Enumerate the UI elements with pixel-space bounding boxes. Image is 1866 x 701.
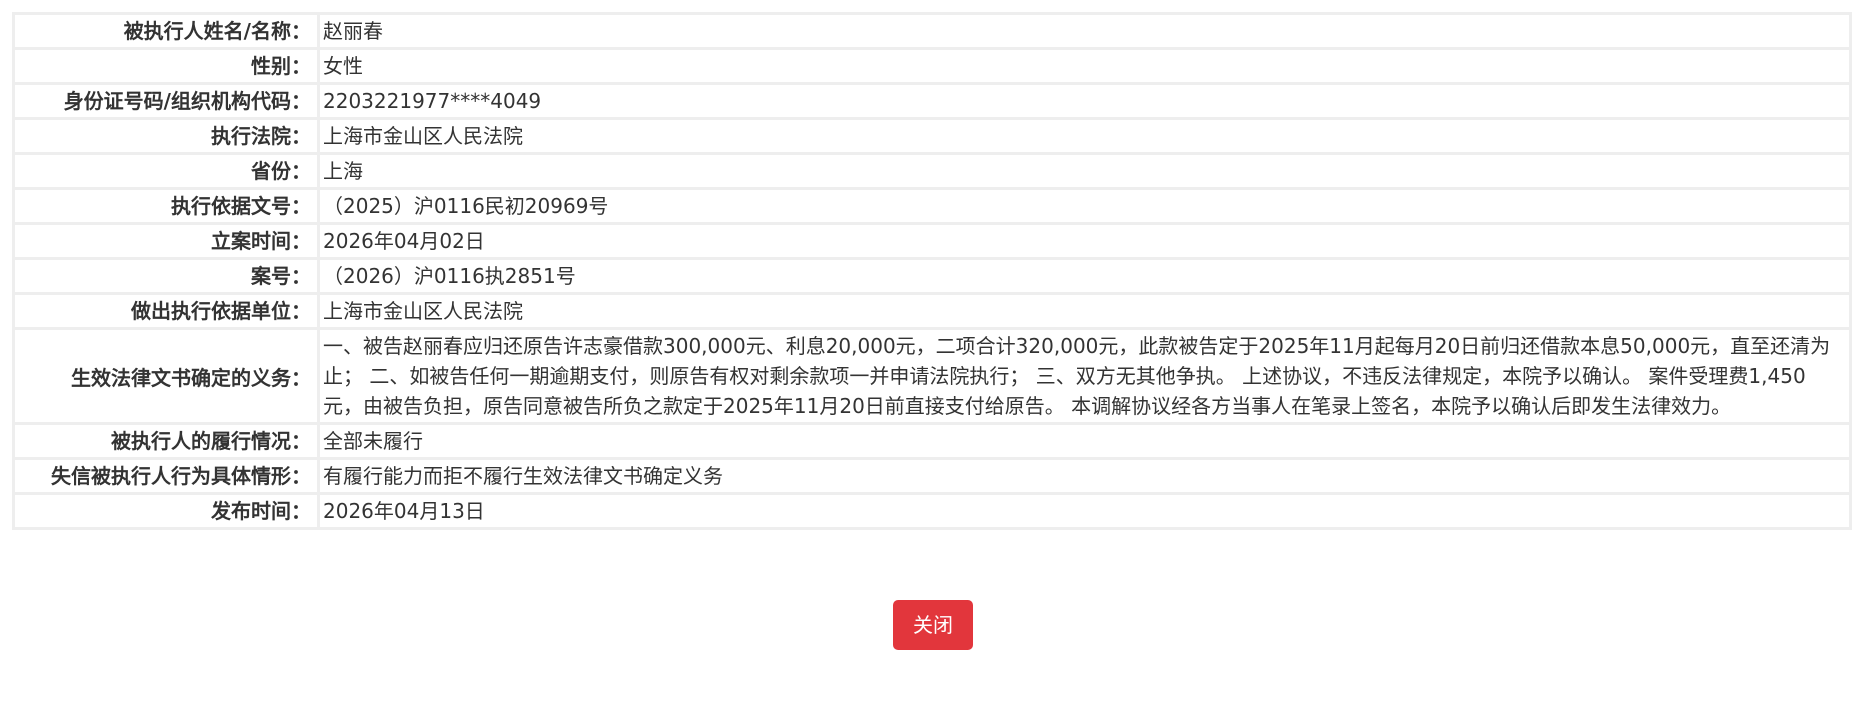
row-court: 执行法院： 上海市金山区人民法院 (12, 117, 1852, 155)
value-filing-date: 2026年04月02日 (317, 222, 1852, 260)
close-button[interactable]: 关闭 (893, 600, 973, 650)
row-case-number: 案号： （2026）沪0116执2851号 (12, 257, 1852, 295)
action-bar: 关闭 (0, 600, 1866, 650)
row-filing-date: 立案时间： 2026年04月02日 (12, 222, 1852, 260)
value-province: 上海 (317, 152, 1852, 190)
value-issuing-unit: 上海市金山区人民法院 (317, 292, 1852, 330)
row-dishonest-behavior: 失信被执行人行为具体情形： 有履行能力而拒不履行生效法律文书确定义务 (12, 457, 1852, 495)
row-issuing-unit: 做出执行依据单位： 上海市金山区人民法院 (12, 292, 1852, 330)
label-issuing-unit: 做出执行依据单位： (12, 292, 320, 330)
label-name: 被执行人姓名/名称： (12, 12, 320, 50)
label-province: 省份： (12, 152, 320, 190)
value-id-number: 2203221977****4049 (317, 82, 1852, 120)
record-table: 被执行人姓名/名称： 赵丽春 性别： 女性 身份证号码/组织机构代码： 2203… (12, 12, 1852, 530)
value-court: 上海市金山区人民法院 (317, 117, 1852, 155)
label-id-number: 身份证号码/组织机构代码： (12, 82, 320, 120)
row-performance: 被执行人的履行情况： 全部未履行 (12, 422, 1852, 460)
detail-panel: 被执行人姓名/名称： 赵丽春 性别： 女性 身份证号码/组织机构代码： 2203… (12, 12, 1852, 530)
value-obligation: 一、被告赵丽春应归还原告许志豪借款300,000元、利息20,000元，二项合计… (317, 327, 1852, 425)
row-obligation: 生效法律文书确定的义务： 一、被告赵丽春应归还原告许志豪借款300,000元、利… (12, 327, 1852, 425)
label-court: 执行法院： (12, 117, 320, 155)
row-id-number: 身份证号码/组织机构代码： 2203221977****4049 (12, 82, 1852, 120)
value-case-number: （2026）沪0116执2851号 (317, 257, 1852, 295)
value-basis-doc-number: （2025）沪0116民初20969号 (317, 187, 1852, 225)
label-obligation: 生效法律文书确定的义务： (12, 327, 320, 425)
label-case-number: 案号： (12, 257, 320, 295)
row-basis-doc-number: 执行依据文号： （2025）沪0116民初20969号 (12, 187, 1852, 225)
label-filing-date: 立案时间： (12, 222, 320, 260)
row-gender: 性别： 女性 (12, 47, 1852, 85)
value-dishonest-behavior: 有履行能力而拒不履行生效法律文书确定义务 (317, 457, 1852, 495)
label-performance: 被执行人的履行情况： (12, 422, 320, 460)
label-dishonest-behavior: 失信被执行人行为具体情形： (12, 457, 320, 495)
row-name: 被执行人姓名/名称： 赵丽春 (12, 12, 1852, 50)
value-performance: 全部未履行 (317, 422, 1852, 460)
label-publish-date: 发布时间： (12, 492, 320, 530)
value-gender: 女性 (317, 47, 1852, 85)
label-basis-doc-number: 执行依据文号： (12, 187, 320, 225)
row-publish-date: 发布时间： 2026年04月13日 (12, 492, 1852, 530)
value-publish-date: 2026年04月13日 (317, 492, 1852, 530)
label-gender: 性别： (12, 47, 320, 85)
value-name: 赵丽春 (317, 12, 1852, 50)
row-province: 省份： 上海 (12, 152, 1852, 190)
